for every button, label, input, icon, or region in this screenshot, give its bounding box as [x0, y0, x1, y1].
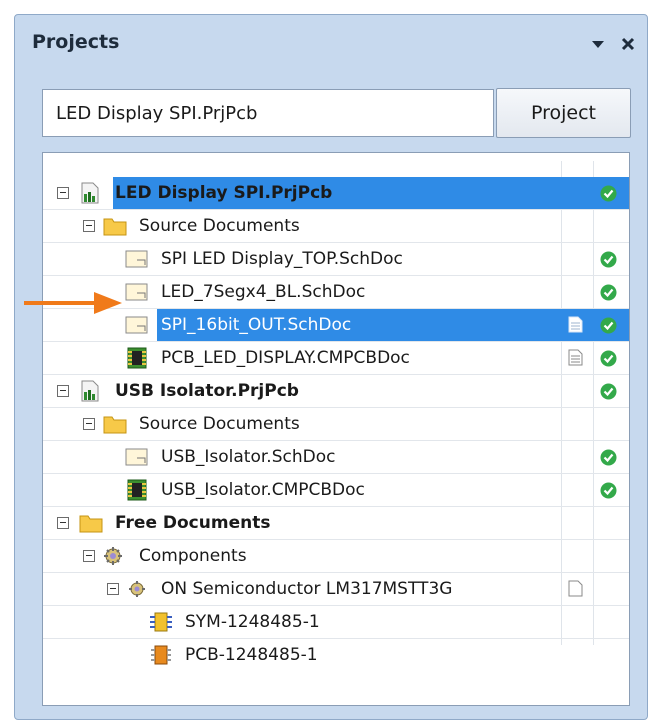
tree-label: SPI_16bit_OUT.SchDoc: [161, 315, 352, 335]
panel-titlebar: Projects: [15, 15, 647, 71]
tree-row-document[interactable]: USB_Isolator.CMPCBDoc: [43, 474, 629, 506]
modified-document-icon: [568, 316, 583, 333]
tree-label: Source Documents: [139, 216, 300, 236]
orange-pointer-arrow: [24, 292, 122, 314]
tree-row-document[interactable]: USB_Isolator.SchDoc: [43, 441, 629, 473]
tree-row-project[interactable]: USB Isolator.PrjPcb: [43, 375, 629, 407]
tree-row-components[interactable]: Components: [43, 540, 629, 572]
status-ok-icon: [600, 350, 617, 367]
tree-row-document[interactable]: LED_7Segx4_BL.SchDoc: [43, 276, 629, 308]
pcb-doc-icon: [127, 479, 147, 501]
project-tree: LED Display SPI.PrjPcb Source Documents …: [42, 152, 630, 706]
tree-label: USB_Isolator.CMPCBDoc: [161, 480, 365, 500]
project-button[interactable]: Project: [496, 88, 631, 138]
project-file-icon: [81, 380, 99, 402]
status-ok-icon: [600, 449, 617, 466]
tree-row-project[interactable]: LED Display SPI.PrjPcb: [43, 177, 629, 209]
tree-label: USB_Isolator.SchDoc: [161, 447, 336, 467]
pcb-doc-icon: [127, 347, 147, 369]
status-ok-icon: [600, 251, 617, 268]
tree-label: PCB_LED_DISPLAY.CMPCBDoc: [161, 348, 410, 368]
folder-icon: [103, 218, 127, 236]
collapse-toggle[interactable]: [83, 418, 95, 430]
status-ok-icon: [600, 482, 617, 499]
tree-label: LED_7Segx4_BL.SchDoc: [161, 282, 366, 302]
folder-icon: [103, 416, 127, 434]
tree-row-document[interactable]: SPI LED Display_TOP.SchDoc: [43, 243, 629, 275]
schematic-doc-icon: [125, 316, 148, 334]
status-ok-icon: [600, 317, 617, 334]
collapse-toggle[interactable]: [57, 385, 69, 397]
project-name-field[interactable]: LED Display SPI.PrjPcb: [42, 89, 494, 137]
collapse-toggle[interactable]: [83, 550, 95, 562]
collapse-toggle[interactable]: [57, 187, 69, 199]
tree-label: Source Documents: [139, 414, 300, 434]
panel-title: Projects: [32, 31, 120, 53]
tree-label: ON Semiconductor LM317MSTT3G: [161, 579, 453, 599]
tree-row-folder[interactable]: Source Documents: [43, 408, 629, 440]
tree-row-document-selected[interactable]: SPI_16bit_OUT.SchDoc: [43, 309, 629, 341]
footprint-icon: [151, 645, 171, 665]
folder-icon: [79, 515, 103, 533]
collapse-toggle[interactable]: [107, 583, 119, 595]
tree-row-folder[interactable]: Free Documents: [43, 507, 629, 539]
status-ok-icon: [600, 383, 617, 400]
status-ok-icon: [600, 185, 617, 202]
tree-row-footprint[interactable]: PCB-1248485-1: [43, 639, 629, 671]
schematic-doc-icon: [125, 283, 148, 301]
modified-document-icon: [568, 349, 583, 366]
tree-row-component[interactable]: ON Semiconductor LM317MSTT3G: [43, 573, 629, 605]
component-icon: [129, 581, 145, 597]
projects-panel: Projects LED Display SPI.PrjPcb Project …: [14, 14, 648, 720]
tree-label: PCB-1248485-1: [185, 645, 318, 665]
collapse-toggle[interactable]: [83, 220, 95, 232]
status-ok-icon: [600, 284, 617, 301]
tree-label: Components: [139, 546, 247, 566]
tree-label: USB Isolator.PrjPcb: [115, 381, 299, 401]
tree-row-folder[interactable]: Source Documents: [43, 210, 629, 242]
dropdown-arrow-icon[interactable]: [589, 35, 607, 53]
collapse-toggle[interactable]: [57, 517, 69, 529]
tree-label: SYM-1248485-1: [185, 612, 320, 632]
document-icon: [568, 580, 583, 597]
tree-label: Free Documents: [115, 513, 271, 533]
tree-row-document[interactable]: PCB_LED_DISPLAY.CMPCBDoc: [43, 342, 629, 374]
components-icon: [104, 547, 122, 565]
tree-label: SPI LED Display_TOP.SchDoc: [161, 249, 403, 269]
close-icon[interactable]: [619, 35, 637, 53]
schematic-doc-icon: [125, 250, 148, 268]
symbol-icon: [150, 612, 172, 632]
tree-label: LED Display SPI.PrjPcb: [115, 183, 333, 203]
tree-row-symbol[interactable]: SYM-1248485-1: [43, 606, 629, 638]
schematic-doc-icon: [125, 448, 148, 466]
project-file-icon: [81, 182, 99, 204]
